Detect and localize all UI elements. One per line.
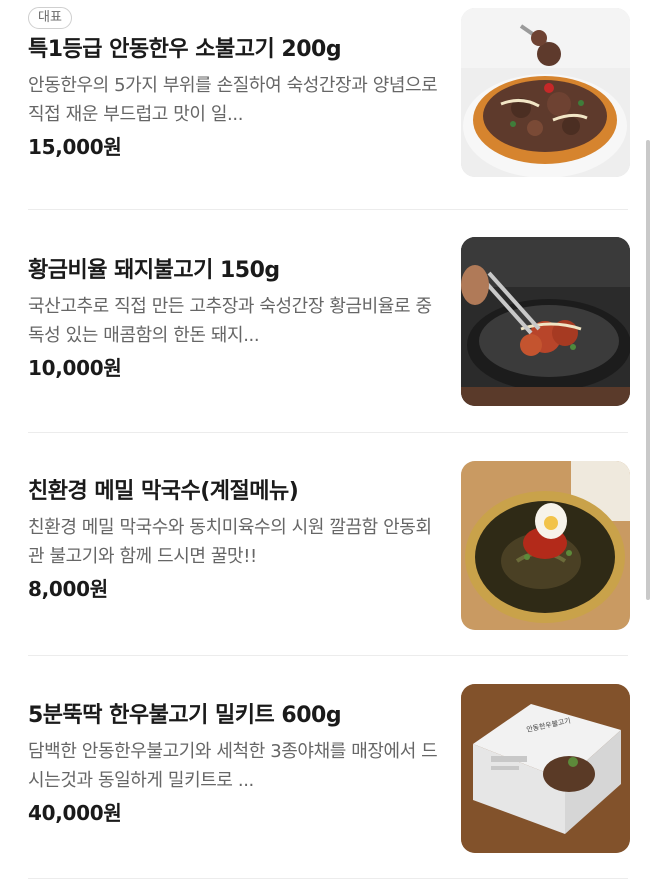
menu-item-price: 10,000원 [28,356,122,380]
menu-item-text: 황금비율 돼지불고기 150g 국산고추로 직접 만든 고추장과 숙성간장 황금… [28,256,438,382]
menu-item-price: 40,000원 [28,801,122,825]
menu-item-price: 15,000원 [28,135,122,159]
menu-item-title: 친환경 메밀 막국수(계절메뉴) [28,479,299,504]
menu-item-meal-kit[interactable]: 5분뚝딱 한우불고기 밀키트 600g 담백한 안동한우불고기와 세척한 3종야… [0,656,656,879]
menu-item-price: 8,000원 [28,577,108,601]
menu-item-pork-bulgogi[interactable]: 황금비율 돼지불고기 150g 국산고추로 직접 만든 고추장과 숙성간장 황금… [0,210,656,433]
buckwheat-noodle-photo[interactable] [461,461,630,630]
menu-item-description: 친환경 메밀 막국수와 동치미육수의 시원 깔끔함 안동회관 불고기와 함께 드… [28,517,432,567]
menu-item-title: 5분뚝딱 한우불고기 밀키트 600g [28,703,342,728]
menu-item-title: 황금비율 돼지불고기 150g [28,258,280,283]
scrollbar[interactable] [646,140,650,600]
menu-item-description: 담백한 안동한우불고기와 세척한 3종야채를 매장에서 드시는것과 동일하게 밀… [28,741,438,791]
menu-item-beef-bulgogi[interactable]: 대표 특1등급 안동한우 소불고기 200g 안동한우의 5가지 부위를 손질하… [0,0,656,222]
menu-item-text: 친환경 메밀 막국수(계절메뉴) 친환경 메밀 막국수와 동치미육수의 시원 깔… [28,477,438,603]
menu-item-buckwheat-noodle[interactable]: 친환경 메밀 막국수(계절메뉴) 친환경 메밀 막국수와 동치미육수의 시원 깔… [0,433,656,656]
pork-bulgogi-photo[interactable] [461,237,630,406]
menu-item-description: 국산고추로 직접 만든 고추장과 숙성간장 황금비율로 중독성 있는 매콤함의 … [28,296,432,346]
meal-kit-photo[interactable]: 안동한우불고기 [461,684,630,853]
menu-item-text: 대표 특1등급 안동한우 소불고기 200g 안동한우의 5가지 부위를 손질하… [28,6,438,161]
menu-item-description: 안동한우의 5가지 부위를 손질하여 숙성간장과 양념으로 직접 재운 부드럽고… [28,75,438,125]
beef-bulgogi-photo[interactable] [461,8,630,177]
menu-item-title: 특1등급 안동한우 소불고기 200g [28,37,342,62]
menu-item-text: 5분뚝딱 한우불고기 밀키트 600g 담백한 안동한우불고기와 세척한 3종야… [28,701,438,827]
divider [28,878,628,879]
signature-badge: 대표 [28,7,72,29]
